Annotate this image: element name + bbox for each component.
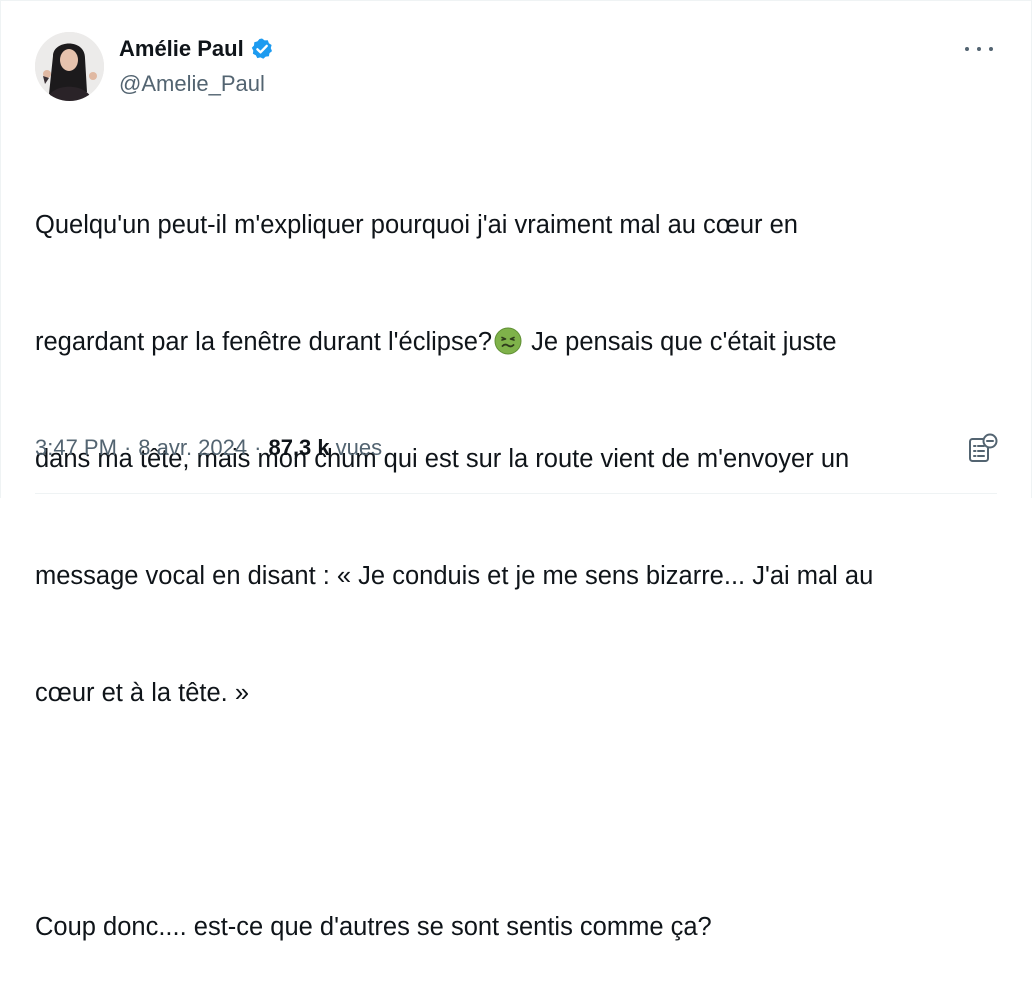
tweet-time[interactable]: 3:47 PM <box>35 433 117 463</box>
nauseated-face-icon <box>494 327 522 355</box>
avatar[interactable] <box>35 32 104 101</box>
views-label: vues <box>335 435 383 460</box>
views-count: 87,3 k <box>268 435 330 460</box>
meta-separator: · <box>123 435 132 460</box>
tweet-line: message vocal en disant : « Je conduis e… <box>35 562 874 590</box>
avatar-image <box>35 32 104 101</box>
tweet-line: cœur et à la tête. » <box>35 679 250 707</box>
more-options-icon[interactable] <box>965 39 993 59</box>
tweet-line: Quelqu'un peut-il m'expliquer pourquoi j… <box>35 211 798 239</box>
author-handle[interactable]: @Amelie_Paul <box>119 69 265 99</box>
tweet-line-segment: regardant par la fenêtre durant l'éclips… <box>35 328 493 356</box>
author-display-name[interactable]: Amélie Paul <box>119 34 244 64</box>
tweet-card: Amélie Paul @Amelie_Paul Quelqu'un peut-… <box>0 0 1032 941</box>
analytics-icon[interactable] <box>967 432 999 464</box>
tweet-date[interactable]: 8 avr. 2024 <box>138 433 247 463</box>
tweet-meta: 3:47 PM · 8 avr. 2024 · 87,3 k vues <box>35 433 382 463</box>
verified-badge-icon <box>250 37 274 61</box>
tweet-text: Quelqu'un peut-il m'expliquer pourquoi j… <box>35 128 985 996</box>
tweet-line: regardant par la fenêtre durant l'éclips… <box>35 323 985 362</box>
divider <box>35 493 997 494</box>
tweet-line-segment: Je pensais que c'était juste <box>524 328 837 356</box>
author-name-row[interactable]: Amélie Paul <box>119 34 274 64</box>
meta-separator: · <box>254 435 262 460</box>
tweet-line: Coup donc.... est-ce que d'autres se son… <box>35 913 712 941</box>
